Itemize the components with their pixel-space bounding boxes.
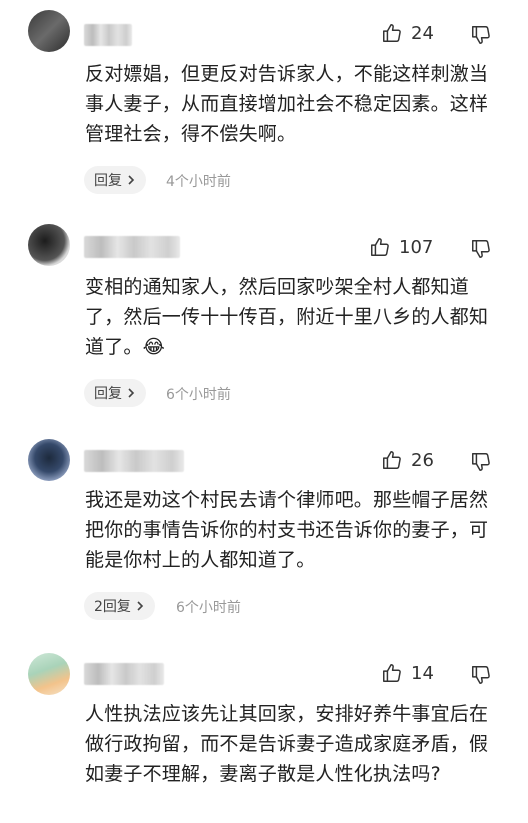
thumbs-up-icon (369, 236, 391, 258)
username-blurred[interactable] (84, 663, 164, 685)
thumbs-down-icon (470, 238, 492, 260)
avatar[interactable] (28, 439, 70, 481)
avatar[interactable] (28, 224, 70, 266)
dislike-button[interactable] (470, 664, 492, 686)
username-blurred[interactable] (84, 24, 132, 46)
timestamp: 6个小时前 (166, 387, 231, 403)
thumbs-down-icon (470, 451, 492, 473)
avatar[interactable] (28, 653, 70, 695)
comment-text: 人性执法应该先让其回家，安排好养牛事宜后在做行政拘留，而不是告诉妻子造成家庭矛盾… (85, 703, 489, 785)
timestamp: 4个小时前 (166, 174, 231, 190)
username-blurred[interactable] (84, 450, 184, 472)
reply-button[interactable]: 2回复 (84, 592, 155, 620)
comment-text-block: 变相的通知家人，然后回家吵架全村人都知道了，然后一传十十传百，附近十里八乡的人都… (85, 272, 505, 362)
dislike-button[interactable] (470, 238, 492, 260)
comment-text: 反对嫖娼，但更反对告诉家人，不能这样刺激当事人妻子，从而直接增加社会不稳定因素。… (85, 63, 489, 145)
thumbs-up-icon (381, 22, 403, 44)
like-button[interactable]: 107 (369, 236, 433, 258)
reply-label: 2回复 (94, 599, 131, 615)
dislike-button[interactable] (470, 24, 492, 46)
chevron-right-icon (135, 600, 145, 612)
reply-button[interactable]: 回复 (84, 166, 146, 194)
like-count: 26 (411, 449, 434, 471)
like-button[interactable]: 14 (381, 662, 434, 684)
chevron-right-icon (126, 387, 136, 399)
laughing-emoji-icon: 😂 (142, 336, 166, 358)
reply-button[interactable]: 回复 (84, 379, 146, 407)
like-count: 24 (411, 22, 434, 44)
avatar[interactable] (28, 10, 70, 52)
chevron-right-icon (126, 174, 136, 186)
like-count: 14 (411, 662, 434, 684)
comment-text: 我还是劝这个村民去请个律师吧。那些帽子居然把你的事情告诉你的村支书还告诉你的妻子… (85, 489, 489, 571)
thumbs-up-icon (381, 449, 403, 471)
reply-label: 回复 (94, 386, 122, 402)
timestamp: 6个小时前 (176, 600, 241, 616)
like-count: 107 (399, 236, 434, 258)
like-button[interactable]: 26 (381, 449, 434, 471)
thumbs-down-icon (470, 664, 492, 686)
reply-label: 回复 (94, 173, 122, 189)
dislike-button[interactable] (470, 451, 492, 473)
like-button[interactable]: 24 (381, 22, 434, 44)
thumbs-up-icon (381, 662, 403, 684)
thumbs-down-icon (470, 24, 492, 46)
username-blurred[interactable] (84, 236, 180, 258)
